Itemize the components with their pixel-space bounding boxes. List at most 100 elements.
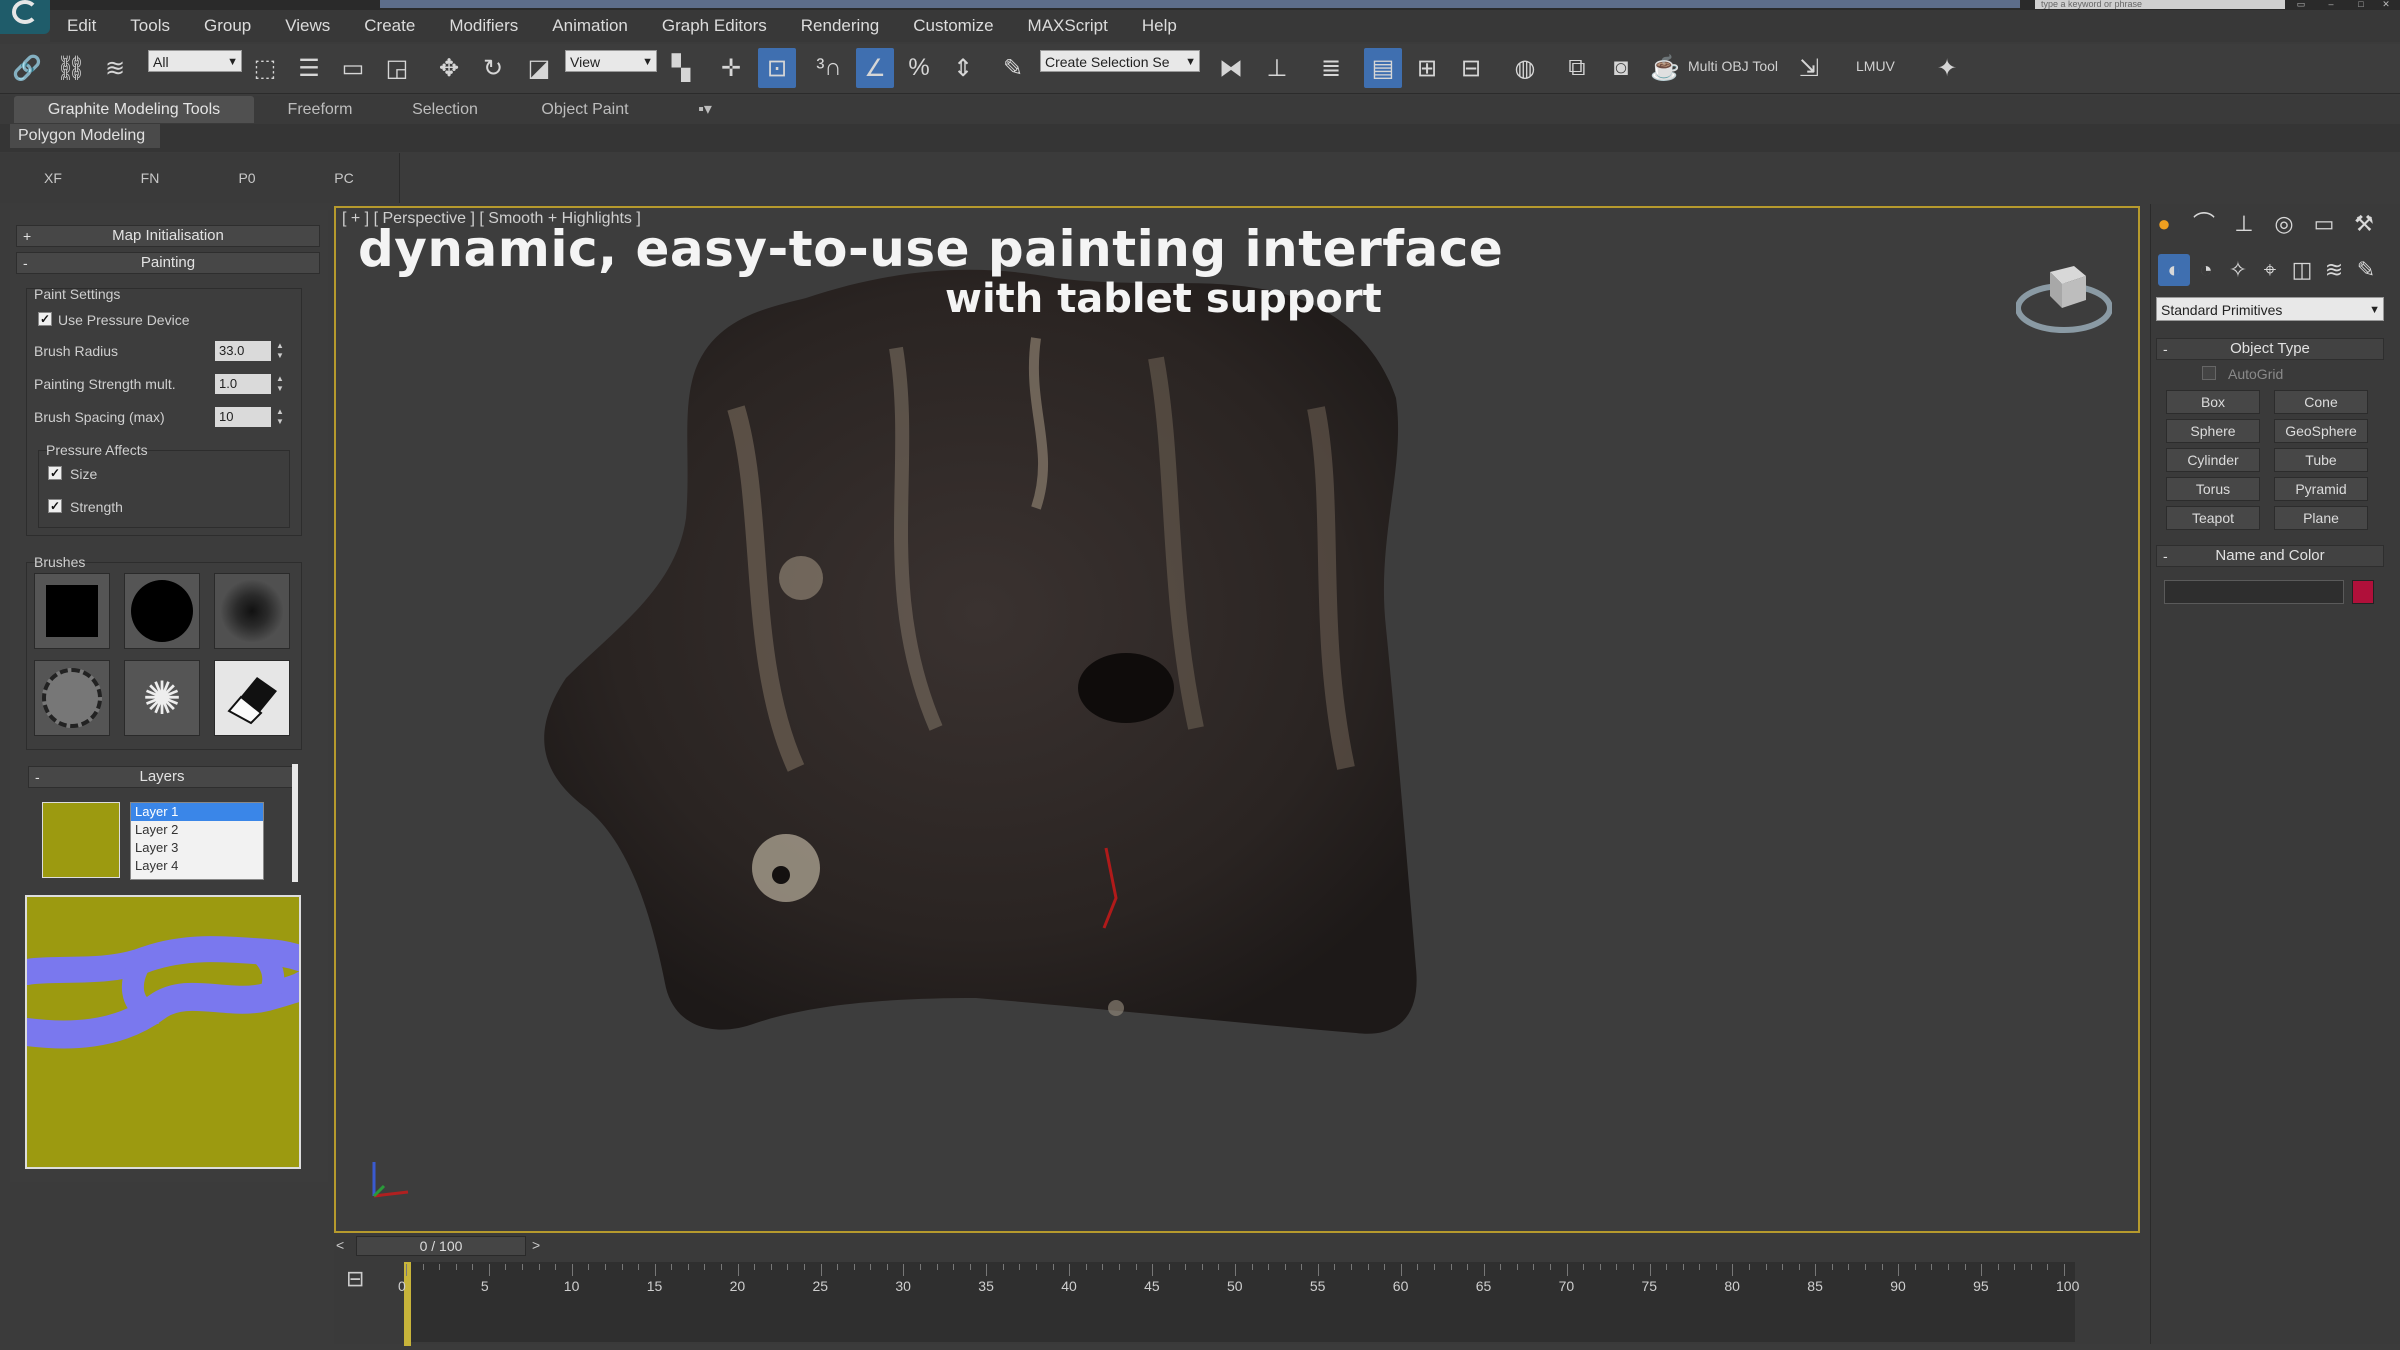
brush-square[interactable] <box>34 573 110 649</box>
layer-list[interactable]: Layer 1 Layer 2 Layer 3 Layer 4 <box>130 802 264 880</box>
menu-rendering[interactable]: Rendering <box>784 16 896 36</box>
layer-list-item[interactable]: Layer 1 <box>131 803 263 821</box>
rollout-map-initialisation[interactable]: + Map Initialisation <box>16 225 320 247</box>
tab-selection[interactable]: Selection <box>395 96 495 123</box>
layer-manager-icon[interactable]: ≣ <box>1312 48 1350 88</box>
rollout-name-and-color[interactable]: - Name and Color <box>2156 545 2384 567</box>
menu-help[interactable]: Help <box>1125 16 1194 36</box>
rollout-object-type[interactable]: - Object Type <box>2156 338 2384 360</box>
cone-button[interactable]: Cone <box>2274 390 2368 414</box>
menu-tools[interactable]: Tools <box>113 16 187 36</box>
subtab-xf[interactable]: XF <box>8 153 98 203</box>
selection-filter-dropdown[interactable]: All ▼ <box>148 50 242 72</box>
brush-soft[interactable] <box>214 573 290 649</box>
use-pressure-checkbox[interactable]: ✓ <box>38 312 52 326</box>
brush-spray[interactable]: ✺ <box>124 660 200 736</box>
link-icon[interactable]: 🔗 <box>8 48 46 88</box>
edit-named-selection-icon[interactable]: ✎ <box>994 48 1032 88</box>
menu-maxscript[interactable]: MAXScript <box>1011 16 1125 36</box>
rendered-frame-icon[interactable]: ◙ <box>1602 48 1640 88</box>
layer-thumbnail[interactable] <box>42 802 120 878</box>
schematic-view-icon[interactable]: ⊟ <box>1452 48 1490 88</box>
next-frame-icon[interactable]: > <box>532 1237 546 1257</box>
menu-views[interactable]: Views <box>268 16 347 36</box>
reference-coordinate-dropdown[interactable]: View ▼ <box>565 50 657 72</box>
brush-eraser[interactable] <box>214 660 290 736</box>
polygon-modeling-panel[interactable]: Polygon Modeling <box>10 124 160 148</box>
sparkle-tool-icon[interactable]: ✦ <box>1928 48 1966 88</box>
viewcube-icon[interactable] <box>2015 256 2113 336</box>
named-selection-dropdown[interactable]: Create Selection Se ▼ <box>1040 50 1200 72</box>
menu-customize[interactable]: Customize <box>896 16 1010 36</box>
export-icon[interactable]: ⇲ <box>1790 48 1828 88</box>
helpers-icon[interactable]: ◫ <box>2286 254 2318 286</box>
search-input[interactable]: type a keyword or phrase <box>2035 0 2285 9</box>
subtab-fn[interactable]: FN <box>105 153 195 203</box>
geometry-icon[interactable]: ◐ <box>2158 254 2190 286</box>
select-by-name-icon[interactable]: ☰ <box>290 48 328 88</box>
prev-frame-icon[interactable]: < <box>336 1237 350 1257</box>
render-setup-icon[interactable]: ⧉ <box>1558 48 1596 88</box>
menu-animation[interactable]: Animation <box>535 16 645 36</box>
layer-list-item[interactable]: Layer 4 <box>131 857 263 875</box>
layers-scrollbar[interactable] <box>292 764 298 882</box>
utilities-tab-icon[interactable]: ⚒ <box>2348 208 2380 240</box>
spacing-spinner[interactable]: ▲ ▼ <box>274 407 286 427</box>
tube-button[interactable]: Tube <box>2274 448 2368 472</box>
curve-editor-icon[interactable]: ⊞ <box>1408 48 1446 88</box>
size-checkbox[interactable]: ✓ <box>48 466 62 480</box>
shapes-icon[interactable]: ◔ <box>2190 254 2222 286</box>
lmuv-label[interactable]: LMUV <box>1856 58 1895 74</box>
tab-object-paint[interactable]: Object Paint <box>525 96 645 123</box>
graphite-toggle-icon[interactable]: ▤ <box>1364 48 1402 88</box>
mirror-icon[interactable]: ⧓ <box>1212 48 1250 88</box>
menu-graph-editors[interactable]: Graph Editors <box>645 16 784 36</box>
modify-tab-icon[interactable]: ⌒ <box>2188 208 2220 240</box>
plane-button[interactable]: Plane <box>2274 506 2368 530</box>
spacing-field[interactable]: 10 <box>215 407 271 427</box>
tab-graphite-modeling-tools[interactable]: Graphite Modeling Tools <box>14 96 254 123</box>
percent-snap-icon[interactable]: % <box>900 48 938 88</box>
render-teapot-icon[interactable]: ☕ <box>1646 48 1684 88</box>
select-manipulate-icon[interactable]: ✛ <box>712 48 750 88</box>
pyramid-button[interactable]: Pyramid <box>2274 477 2368 501</box>
systems-icon[interactable]: ✎ <box>2350 254 2382 286</box>
select-object-icon[interactable]: ⬚ <box>246 48 284 88</box>
strength-checkbox[interactable]: ✓ <box>48 499 62 513</box>
perspective-viewport[interactable] <box>334 206 2140 1233</box>
time-slider[interactable]: 0 / 100 <box>356 1236 526 1256</box>
cylinder-button[interactable]: Cylinder <box>2166 448 2260 472</box>
brush-circle[interactable] <box>124 573 200 649</box>
spinner-snap-icon[interactable]: ⇕ <box>944 48 982 88</box>
window-crossing-icon[interactable]: ◲ <box>378 48 416 88</box>
close-button[interactable]: ✕ <box>2375 0 2397 9</box>
menu-modifiers[interactable]: Modifiers <box>432 16 535 36</box>
menu-group[interactable]: Group <box>187 16 268 36</box>
teapot-button[interactable]: Teapot <box>2166 506 2260 530</box>
create-tab-icon[interactable]: ● <box>2148 208 2180 240</box>
space-warps-icon[interactable]: ≋ <box>2318 254 2350 286</box>
object-color-swatch[interactable] <box>2352 580 2374 604</box>
align-icon[interactable]: ⊥ <box>1258 48 1296 88</box>
cameras-icon[interactable]: ⌖ <box>2254 254 2286 286</box>
pivot-center-icon[interactable]: ▚ <box>662 48 700 88</box>
mini-curve-editor-icon[interactable]: ⊟ <box>346 1266 376 1296</box>
brush-radius-field[interactable]: 33.0 <box>215 341 271 361</box>
restore-button[interactable]: – <box>2320 0 2342 9</box>
rectangular-selection-icon[interactable]: ▭ <box>334 48 372 88</box>
torus-button[interactable]: Torus <box>2166 477 2260 501</box>
box-button[interactable]: Box <box>2166 390 2260 414</box>
layer-list-item[interactable]: Layer 3 <box>131 839 263 857</box>
subtab-pc[interactable]: PC <box>299 153 389 203</box>
maximize-button[interactable]: □ <box>2350 0 2372 9</box>
bind-space-warp-icon[interactable]: ≋ <box>96 48 134 88</box>
menu-create[interactable]: Create <box>347 16 432 36</box>
strength-spinner[interactable]: ▲ ▼ <box>274 374 286 394</box>
keyboard-shortcut-override-icon[interactable]: ⊡ <box>758 48 796 88</box>
menu-edit[interactable]: Edit <box>50 16 113 36</box>
lights-icon[interactable]: ✧ <box>2222 254 2254 286</box>
rotate-icon[interactable]: ↻ <box>474 48 512 88</box>
material-editor-icon[interactable]: ◍ <box>1506 48 1544 88</box>
primitive-category-dropdown[interactable]: Standard Primitives ▼ <box>2156 297 2384 321</box>
rollout-painting[interactable]: - Painting <box>16 252 320 274</box>
